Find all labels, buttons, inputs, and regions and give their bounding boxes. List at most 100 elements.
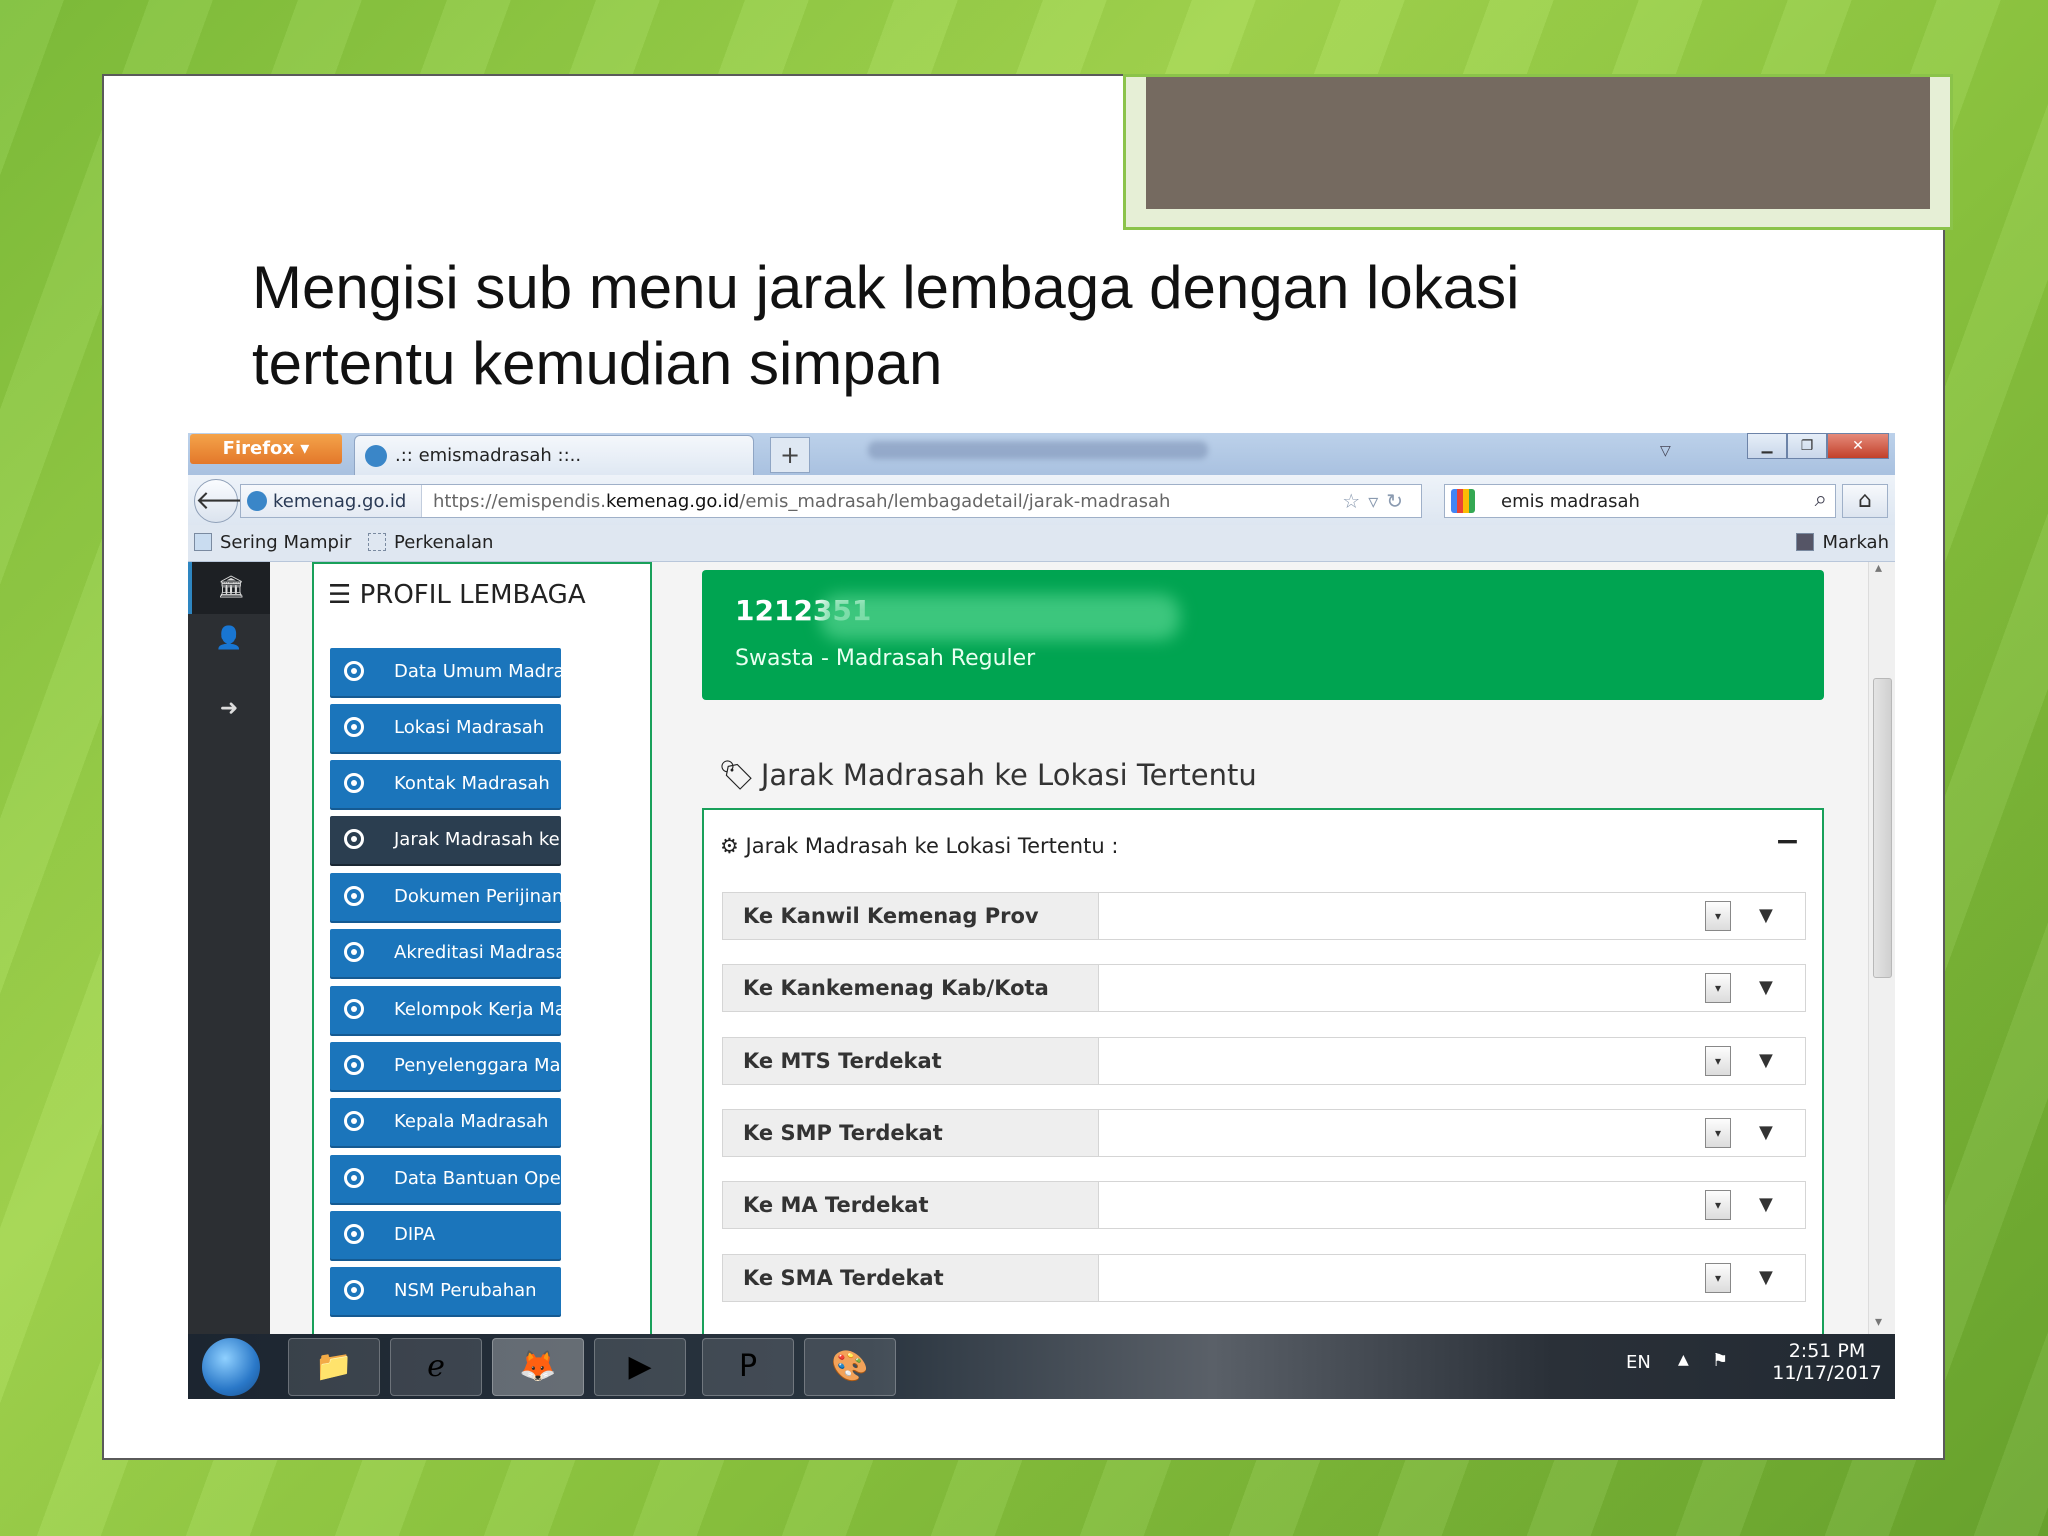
circle-dot-icon xyxy=(344,661,364,681)
chevron-down-icon[interactable]: ▼ xyxy=(1759,905,1773,926)
powerpoint-icon[interactable]: P xyxy=(702,1338,794,1396)
field-label: Ke SMA Terdekat xyxy=(723,1255,1099,1301)
maximize-icon[interactable]: ❐ xyxy=(1787,433,1827,459)
explorer-icon[interactable]: 📁 xyxy=(288,1338,380,1396)
clock[interactable]: 2:51 PM 11/17/2017 xyxy=(1768,1340,1886,1384)
chevron-down-icon[interactable]: ▼ xyxy=(1759,1050,1773,1071)
bookmark-folder-icon xyxy=(194,533,212,551)
field-label: Ke Kanwil Kemenag Prov xyxy=(723,893,1099,939)
menu-data-umum-madrasah[interactable]: Data Umum Madrasah xyxy=(330,648,561,696)
back-arrow-icon[interactable]: 🡐 xyxy=(194,479,265,523)
collapse-button[interactable]: − xyxy=(1775,824,1800,859)
firefox-menu-button[interactable]: Firefox ▾ xyxy=(190,434,342,464)
panel-title: ⚙ Jarak Madrasah ke Lokasi Tertentu : xyxy=(720,834,1119,858)
circle-dot-icon xyxy=(344,999,364,1019)
search-bar[interactable]: emis madrasah ⌕ xyxy=(1444,484,1836,518)
bookmark-star-icon[interactable]: ☆ xyxy=(1342,489,1368,513)
language-indicator[interactable]: EN xyxy=(1626,1352,1651,1373)
site-favicon-icon xyxy=(247,491,267,511)
field-smp-terdekat: Ke SMP Terdekat ▾ ▼ xyxy=(722,1109,1806,1157)
select-arrow-icon[interactable]: ▾ xyxy=(1705,1263,1731,1293)
tab-list-icon[interactable]: ▽ xyxy=(1660,443,1671,459)
bookmark-sering-mampir[interactable]: Sering Mampir xyxy=(194,532,351,553)
redacted-area xyxy=(820,594,1180,640)
reload-icon[interactable]: ↻ xyxy=(1386,489,1411,513)
slide-heading: Mengisi sub menu jarak lembaga dengan lo… xyxy=(252,250,1752,402)
search-icon[interactable]: ⌕ xyxy=(1815,487,1827,512)
menu-lokasi-madrasah[interactable]: Lokasi Madrasah xyxy=(330,704,561,752)
action-center-icon[interactable]: ⚑ xyxy=(1712,1350,1728,1371)
address-bar[interactable]: kemenag.go.id https://emispendis.kemenag… xyxy=(240,484,1422,518)
field-label: Ke Kankemenag Kab/Kota xyxy=(723,965,1099,1011)
field-ma-terdekat: Ke MA Terdekat ▾ ▼ xyxy=(722,1181,1806,1229)
section-title: 🏷 Jarak Madrasah ke Lokasi Tertentu xyxy=(718,758,1257,792)
bank-icon[interactable]: 🏛 xyxy=(188,562,270,614)
circle-dot-icon xyxy=(344,1168,364,1188)
menu-data-bantuan[interactable]: Data Bantuan Operasi... xyxy=(330,1155,561,1203)
firefox-icon[interactable]: 🦊 xyxy=(492,1338,584,1396)
bookmark-perkenalan[interactable]: Perkenalan xyxy=(368,532,493,553)
field-label: Ke MTS Terdekat xyxy=(723,1038,1099,1084)
select-arrow-icon[interactable]: ▾ xyxy=(1705,901,1731,931)
circle-dot-icon xyxy=(344,942,364,962)
user-icon[interactable]: 👤 xyxy=(188,626,270,651)
google-icon[interactable] xyxy=(1451,489,1475,513)
menu-jarak-madrasah[interactable]: Jarak Madrasah ke Lo... xyxy=(330,816,561,864)
clock-time: 2:51 PM xyxy=(1788,1340,1866,1362)
scroll-up-icon[interactable]: ▴ xyxy=(1875,560,1882,576)
menu-kontak-madrasah[interactable]: Kontak Madrasah xyxy=(330,760,561,808)
institution-type: Swasta - Madrasah Reguler xyxy=(735,646,1036,671)
menu-penyelenggara-madrasah[interactable]: Penyelenggara Madra... xyxy=(330,1042,561,1090)
menu-kelompok-kerja[interactable]: Kelompok Kerja Madr... xyxy=(330,986,561,1034)
url-action-icons: ☆▿↻ xyxy=(1342,489,1411,513)
tags-icon: 🏷 xyxy=(718,758,755,792)
field-label: Ke MA Terdekat xyxy=(723,1182,1099,1228)
internet-explorer-icon[interactable]: ℯ xyxy=(390,1338,482,1396)
menu-dokumen-perijinan[interactable]: Dokumen Perijinan & ... xyxy=(330,873,561,921)
start-button[interactable] xyxy=(202,1338,260,1396)
scroll-down-icon[interactable]: ▾ xyxy=(1875,1314,1882,1330)
close-icon[interactable]: ✕ xyxy=(1827,433,1889,459)
scrollbar-thumb[interactable] xyxy=(1873,678,1892,978)
tray-arrow-icon[interactable]: ▲ xyxy=(1678,1352,1689,1368)
menu-akreditasi-madrasah[interactable]: Akreditasi Madrasah xyxy=(330,929,561,977)
history-dropdown-icon[interactable]: ▿ xyxy=(1368,489,1386,513)
url-text: https://emispendis.kemenag.go.id/emis_ma… xyxy=(433,491,1171,512)
home-icon[interactable]: ⌂ xyxy=(1842,484,1888,518)
blurred-window-title xyxy=(868,441,1208,459)
minimize-icon[interactable]: ▁ xyxy=(1747,433,1787,459)
favicon-icon xyxy=(365,445,387,467)
app-sidebar: 🏛 👤 ➜ xyxy=(188,562,270,1334)
chevron-down-icon[interactable]: ▼ xyxy=(1759,1122,1773,1143)
window-controls: ▁ ❐ ✕ xyxy=(1747,433,1889,461)
heading-line-2: tertentu kemudian simpan xyxy=(252,330,943,397)
select-arrow-icon[interactable]: ▾ xyxy=(1705,1118,1731,1148)
select-arrow-icon[interactable]: ▾ xyxy=(1705,973,1731,1003)
bookmarks-toolbar: Sering Mampir Perkenalan Markah xyxy=(188,525,1895,562)
jarak-form-panel: ⚙ Jarak Madrasah ke Lokasi Tertentu : − … xyxy=(702,808,1824,1348)
slide-decor-box xyxy=(1123,74,1953,230)
circle-dot-icon xyxy=(344,1224,364,1244)
media-player-icon[interactable]: ▶ xyxy=(594,1338,686,1396)
chevron-down-icon[interactable]: ▼ xyxy=(1759,977,1773,998)
search-input[interactable]: emis madrasah xyxy=(1501,491,1640,512)
select-arrow-icon[interactable]: ▾ xyxy=(1705,1046,1731,1076)
browser-tab[interactable]: .:: emismadrasah ::.. xyxy=(354,435,754,475)
select-arrow-icon[interactable]: ▾ xyxy=(1705,1190,1731,1220)
chevron-down-icon[interactable]: ▼ xyxy=(1759,1267,1773,1288)
paint-icon[interactable]: 🎨 xyxy=(804,1338,896,1396)
menu-kepala-madrasah[interactable]: Kepala Madrasah xyxy=(330,1098,561,1146)
chevron-down-icon[interactable]: ▼ xyxy=(1759,1194,1773,1215)
new-tab-button[interactable]: + xyxy=(770,437,810,473)
browser-titlebar: Firefox ▾ .:: emismadrasah ::.. + ▽ ▁ ❐ … xyxy=(188,433,1895,475)
menu-dipa[interactable]: DIPA xyxy=(330,1211,561,1259)
profil-title: ☰ PROFIL LEMBAGA xyxy=(328,580,586,610)
menu-nsm-perubahan[interactable]: NSM Perubahan xyxy=(330,1267,561,1315)
logout-icon[interactable]: ➜ xyxy=(188,696,270,721)
field-kanwil-kemenag-prov: Ke Kanwil Kemenag Prov ▾ ▼ xyxy=(722,892,1806,940)
circle-dot-icon xyxy=(344,1111,364,1131)
bookmarks-menu[interactable]: Markah xyxy=(1796,532,1889,553)
navigation-bar: 🡐 kemenag.go.id https://emispendis.kemen… xyxy=(188,475,1895,525)
site-identity[interactable]: kemenag.go.id xyxy=(241,485,422,517)
page-scrollbar[interactable]: ▴ ▾ xyxy=(1868,560,1895,1334)
